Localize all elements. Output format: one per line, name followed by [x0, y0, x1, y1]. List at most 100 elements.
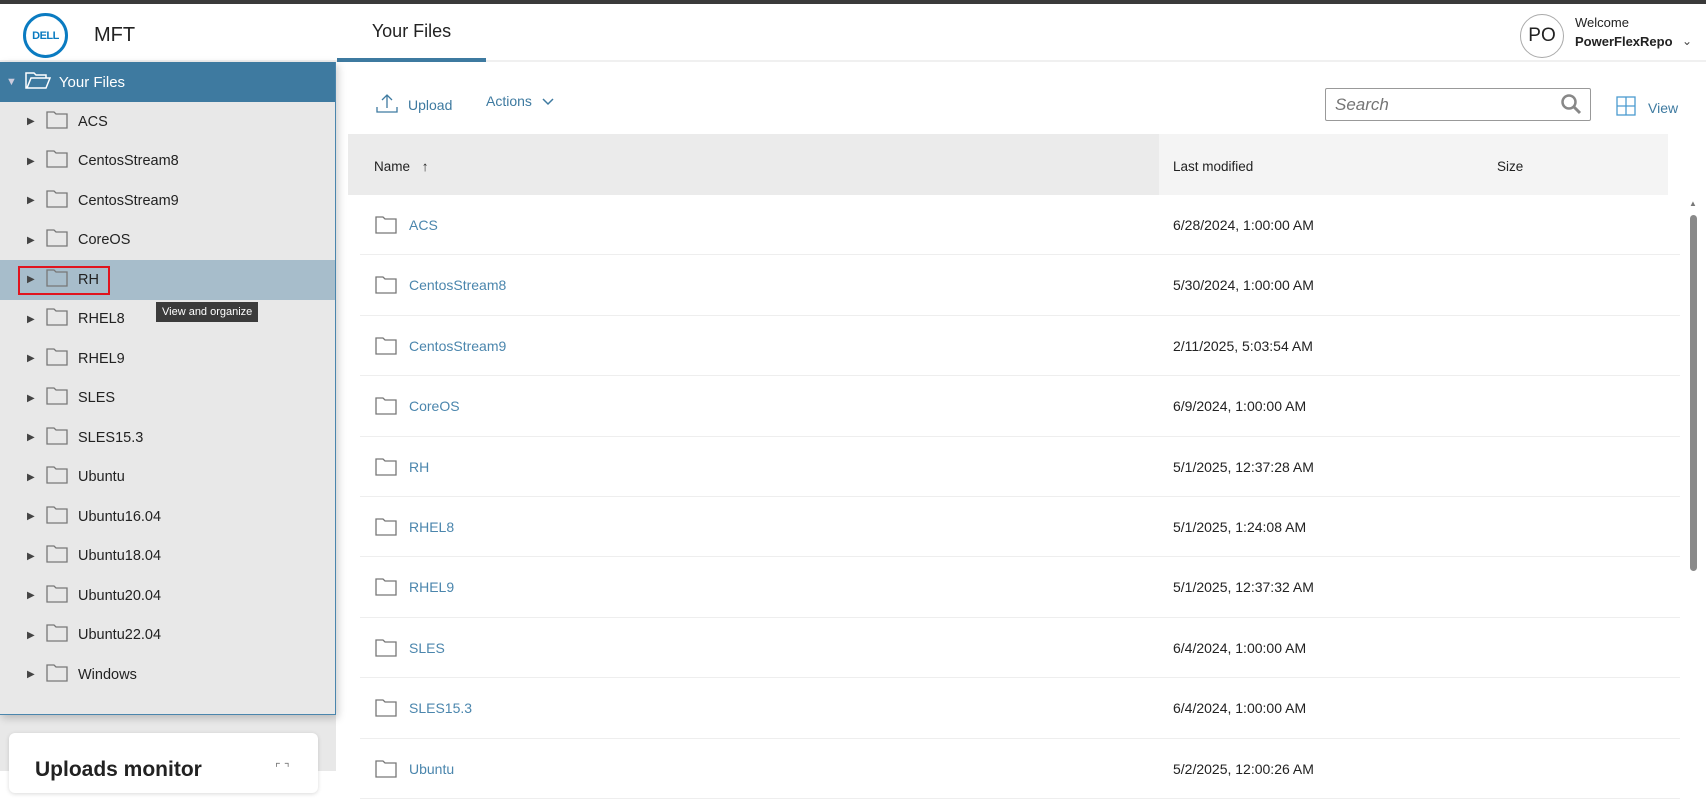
- tree-item-label: SLES: [78, 390, 116, 407]
- caret-right-icon[interactable]: ▶: [27, 669, 41, 680]
- table-row[interactable]: ACS 6/28/2024, 1:00:00 AM: [360, 195, 1680, 256]
- folder-icon: [46, 624, 68, 646]
- file-name-link[interactable]: SLES: [409, 640, 445, 656]
- folder-icon: [375, 759, 397, 781]
- caret-right-icon[interactable]: ▶: [27, 195, 41, 206]
- search-icon[interactable]: [1560, 93, 1582, 120]
- uploads-monitor-panel: Uploads monitor ⌜ ⌝: [9, 733, 318, 793]
- table-row[interactable]: RHEL8 5/1/2025, 1:24:08 AM: [360, 497, 1680, 558]
- file-name-link[interactable]: CoreOS: [409, 398, 460, 414]
- caret-right-icon[interactable]: ▶: [27, 472, 41, 483]
- file-table-body: ACS 6/28/2024, 1:00:00 AM CentosStream8 5/3…: [348, 195, 1688, 799]
- caret-right-icon[interactable]: ▶: [27, 551, 41, 562]
- folder-icon: [46, 664, 68, 686]
- app-header: DELL MFT Your Files PO Welcome PowerFlex…: [0, 4, 1706, 62]
- tree-item[interactable]: ▶ SLES15.3: [0, 418, 335, 458]
- file-name-link[interactable]: CentosStream8: [409, 277, 506, 293]
- file-name-link[interactable]: RHEL8: [409, 519, 454, 535]
- caret-right-icon[interactable]: ▶: [27, 393, 41, 404]
- table-row[interactable]: SLES15.3 6/4/2024, 1:00:00 AM: [360, 678, 1680, 739]
- last-modified: 2/11/2025, 5:03:54 AM: [1173, 337, 1313, 354]
- scrollbar[interactable]: ▲: [1688, 199, 1698, 771]
- column-header-last-modified[interactable]: Last modified: [1173, 159, 1253, 174]
- table-row[interactable]: RHEL9 5/1/2025, 12:37:32 AM: [360, 557, 1680, 618]
- tree-item[interactable]: ▶ CentosStream9: [0, 181, 335, 221]
- file-name-link[interactable]: SLES15.3: [409, 700, 472, 716]
- column-header-name[interactable]: Name ↑: [348, 134, 1159, 195]
- caret-right-icon[interactable]: ▶: [27, 314, 41, 325]
- folder-icon: [46, 229, 68, 251]
- tree-item-label: RHEL9: [78, 350, 125, 367]
- caret-down-icon[interactable]: ▼: [6, 76, 17, 88]
- tree-item[interactable]: ▶ RHEL9: [0, 339, 335, 379]
- tooltip: View and organize: [156, 302, 259, 322]
- tab-your-files[interactable]: Your Files: [337, 4, 486, 62]
- user-menu[interactable]: PowerFlexRepo: [1575, 34, 1673, 49]
- chevron-down-icon[interactable]: ⌄: [1682, 34, 1692, 48]
- tree-root-label: Your Files: [58, 73, 126, 91]
- tree-item[interactable]: ▶ SLES: [0, 379, 335, 419]
- tree-item[interactable]: ▶ Windows: [0, 655, 335, 695]
- search-box: [1325, 88, 1591, 121]
- column-header-size[interactable]: Size: [1497, 159, 1523, 174]
- app-title: MFT: [94, 24, 136, 46]
- column-name-label: Name: [374, 159, 411, 174]
- folder-icon: [375, 578, 397, 599]
- caret-right-icon[interactable]: ▶: [27, 156, 41, 167]
- chevron-down-icon: [542, 93, 554, 109]
- view-label: View: [1648, 99, 1679, 116]
- file-name-link[interactable]: ACS: [409, 217, 438, 233]
- folder-open-icon: [25, 71, 51, 93]
- tree-item[interactable]: ▶ RH: [0, 260, 335, 300]
- expand-icon[interactable]: ⌜ ⌝: [275, 761, 290, 775]
- folder-icon: [375, 216, 397, 237]
- folder-icon: [46, 506, 68, 528]
- caret-right-icon[interactable]: ▶: [27, 353, 41, 364]
- tree-item[interactable]: ▶ CentosStream8: [0, 142, 335, 182]
- file-name-link[interactable]: RH: [409, 459, 429, 475]
- caret-right-icon[interactable]: ▶: [27, 432, 41, 443]
- caret-right-icon[interactable]: ▶: [27, 511, 41, 522]
- caret-right-icon[interactable]: ▶: [27, 630, 41, 641]
- tree-item[interactable]: ▶ Ubuntu16.04: [0, 497, 335, 537]
- scrollbar-thumb[interactable]: [1690, 215, 1697, 571]
- caret-right-icon[interactable]: ▶: [27, 235, 41, 246]
- tree-item[interactable]: ▶ CoreOS: [0, 221, 335, 261]
- file-name-link[interactable]: Ubuntu: [409, 761, 454, 777]
- table-row[interactable]: CoreOS 6/9/2024, 1:00:00 AM: [360, 376, 1680, 437]
- table-row[interactable]: RH 5/1/2025, 12:37:28 AM: [360, 437, 1680, 497]
- avatar[interactable]: PO: [1520, 14, 1564, 58]
- actions-dropdown[interactable]: Actions: [486, 93, 554, 109]
- grid-icon: [1616, 96, 1636, 119]
- tree-item[interactable]: ▶ Ubuntu20.04: [0, 576, 335, 616]
- upload-button[interactable]: Upload: [376, 93, 452, 116]
- last-modified: 5/1/2025, 12:37:32 AM: [1173, 579, 1314, 596]
- tree-item[interactable]: ▶ Ubuntu22.04: [0, 616, 335, 656]
- table-row[interactable]: SLES 6/4/2024, 1:00:00 AM: [360, 618, 1680, 679]
- file-name-link[interactable]: RHEL9: [409, 579, 454, 595]
- tree-root-your-files[interactable]: ▼ Your Files: [0, 62, 335, 102]
- dell-logo[interactable]: DELL: [23, 13, 68, 58]
- folder-icon: [46, 190, 68, 212]
- tree-item-label: Ubuntu16.04: [78, 508, 162, 525]
- folder-icon: [46, 308, 68, 330]
- file-name-link[interactable]: CentosStream9: [409, 338, 506, 354]
- table-row[interactable]: CentosStream9 2/11/2025, 5:03:54 AM: [360, 316, 1680, 377]
- last-modified: 6/28/2024, 1:00:00 AM: [1173, 217, 1314, 233]
- caret-right-icon[interactable]: ▶: [27, 116, 41, 127]
- highlight-box: [18, 266, 110, 295]
- caret-right-icon[interactable]: ▶: [27, 590, 41, 601]
- folder-icon: [46, 111, 68, 133]
- tree-item[interactable]: ▶ ACS: [0, 102, 335, 142]
- tree-item[interactable]: ▶ Ubuntu18.04: [0, 537, 335, 577]
- tree-item-label: Ubuntu20.04: [78, 587, 162, 604]
- view-button[interactable]: View: [1616, 96, 1678, 119]
- table-row[interactable]: CentosStream8 5/30/2024, 1:00:00 AM: [360, 255, 1680, 316]
- folder-icon: [375, 518, 397, 539]
- tree-item[interactable]: ▶ Ubuntu: [0, 458, 335, 498]
- search-input[interactable]: [1326, 89, 1546, 120]
- folder-icon: [46, 545, 68, 567]
- last-modified: 6/4/2024, 1:00:00 AM: [1173, 700, 1307, 717]
- table-row[interactable]: Ubuntu 5/2/2025, 12:00:26 AM: [360, 739, 1680, 799]
- scroll-up-icon[interactable]: ▲: [1689, 199, 1697, 208]
